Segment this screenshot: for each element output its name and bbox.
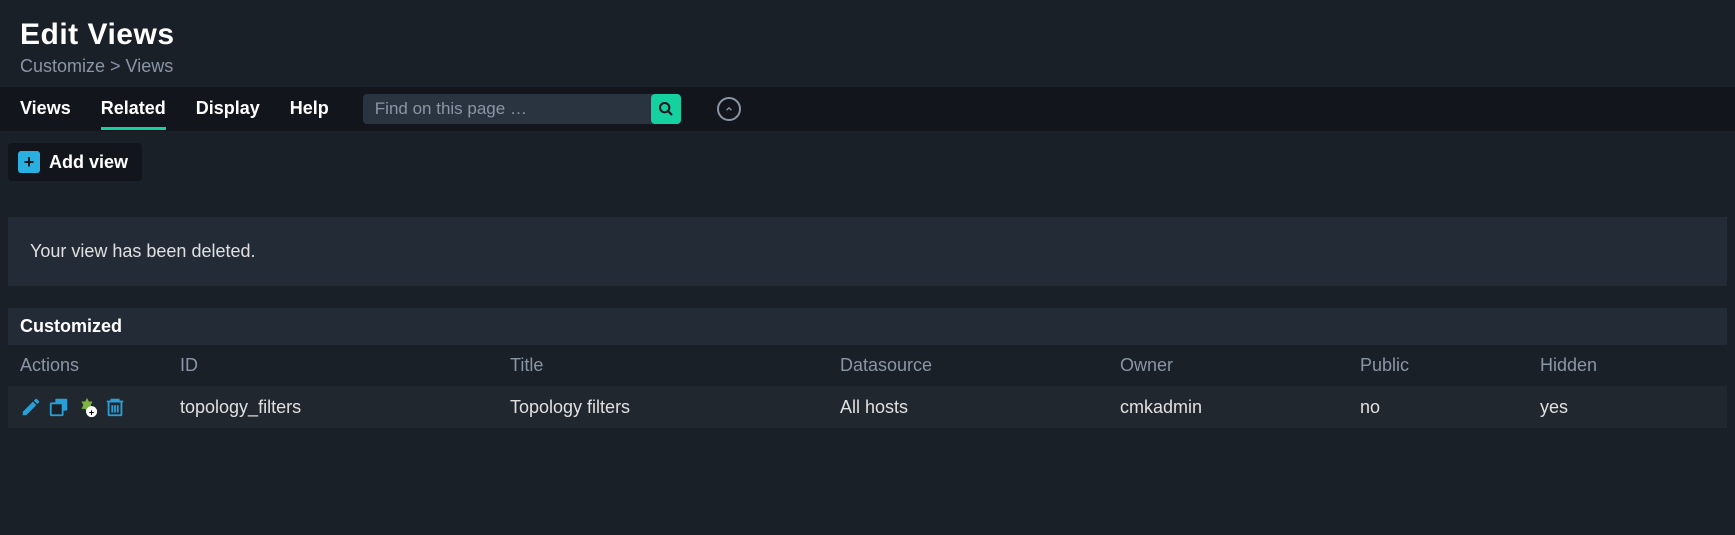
col-owner: Owner <box>1108 345 1348 386</box>
menu-views[interactable]: Views <box>20 88 71 130</box>
page-title: Edit Views <box>20 18 1715 52</box>
search-icon <box>658 101 674 117</box>
cell-datasource: All hosts <box>828 386 1108 428</box>
col-hidden: Hidden <box>1528 345 1727 386</box>
edit-icon[interactable] <box>20 396 42 418</box>
search-button[interactable] <box>651 94 681 124</box>
section-title-customized: Customized <box>8 308 1727 345</box>
status-message: Your view has been deleted. <box>8 217 1727 286</box>
cell-title: Topology filters <box>498 386 828 428</box>
chevron-up-icon <box>724 104 734 114</box>
col-actions: Actions <box>8 345 168 386</box>
views-table: Actions ID Title Datasource Owner Public… <box>8 345 1727 428</box>
cell-owner: cmkadmin <box>1108 386 1348 428</box>
create-icon[interactable]: + <box>76 396 98 418</box>
breadcrumb[interactable]: Customize > Views <box>20 56 1715 77</box>
menu-help[interactable]: Help <box>290 88 329 130</box>
col-public: Public <box>1348 345 1528 386</box>
menu-related[interactable]: Related <box>101 88 166 130</box>
delete-icon[interactable] <box>104 396 126 418</box>
menu-display[interactable]: Display <box>196 88 260 130</box>
add-view-button[interactable]: + Add view <box>8 143 142 181</box>
col-datasource: Datasource <box>828 345 1108 386</box>
menubar: Views Related Display Help <box>0 87 1735 131</box>
col-title: Title <box>498 345 828 386</box>
plus-icon: + <box>18 151 40 173</box>
cell-id: topology_filters <box>168 386 498 428</box>
collapse-button[interactable] <box>717 97 741 121</box>
cell-public: no <box>1348 386 1528 428</box>
table-row: + topology_filters Topology filters All … <box>8 386 1727 428</box>
add-view-label: Add view <box>49 152 128 173</box>
search-input[interactable] <box>363 94 653 124</box>
col-id: ID <box>168 345 498 386</box>
clone-icon[interactable] <box>48 396 70 418</box>
cell-hidden: yes <box>1528 386 1727 428</box>
svg-text:+: + <box>89 407 94 417</box>
